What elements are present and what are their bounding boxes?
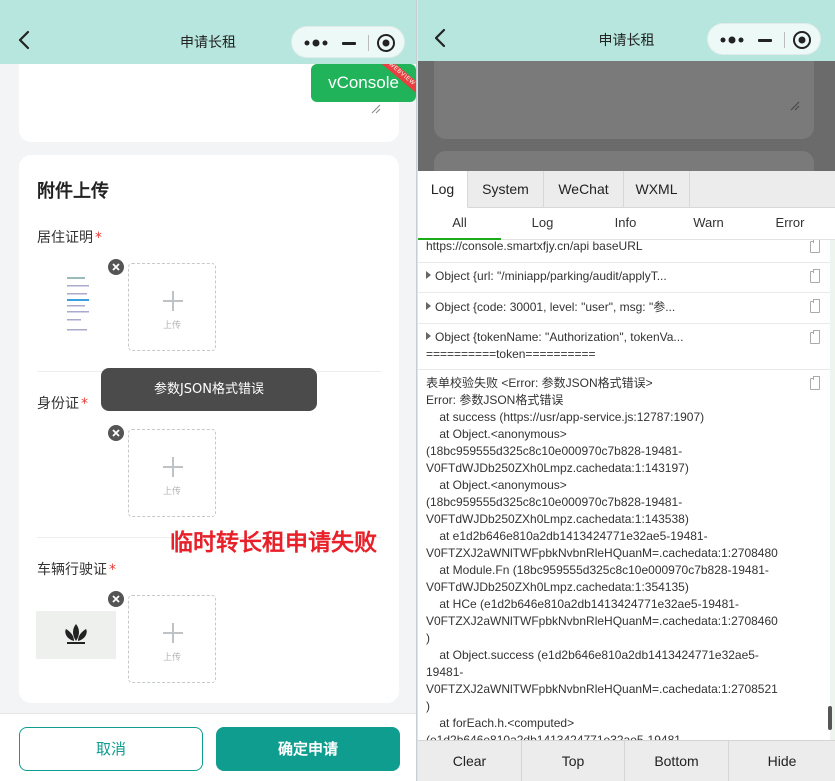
side-strip [830,240,835,740]
log-text: Object {url: "/miniapp/parking/audit/app… [435,269,667,283]
bottom-button[interactable]: Bottom [625,741,729,781]
bottom-action-bar: 取消 确定申请 [0,713,416,781]
copy-icon[interactable] [810,376,820,390]
top-button[interactable]: Top [522,741,625,781]
confirm-apply-button[interactable]: 确定申请 [216,727,400,771]
vconsole-tabs: Log System WeChat WXML [418,171,835,208]
log-level-tabs: All Log Info Warn Error [418,208,835,240]
more-dots-icon[interactable] [718,32,746,48]
textarea-resize-icon [790,101,800,111]
field-label-vehicle-license: 车辆行驶证 * [37,559,116,579]
copy-icon[interactable] [810,240,820,253]
navbar: 申请长租 [0,0,416,64]
residence-thumbnail[interactable] [37,263,117,351]
tab-system[interactable]: System [468,171,544,208]
tab-wechat[interactable]: WeChat [544,171,624,208]
left-phone: 申请长租 vConsole WEBVIEW 附件上传 居住证明 * 上传 身份证… [0,0,417,781]
required-mark: * [95,230,102,246]
expand-triangle-icon[interactable] [426,302,431,310]
right-phone: 申请长租 Log System WeChat WXML All Log Info… [418,0,835,781]
field-label-text: 车辆行驶证 [37,562,107,578]
delete-icon[interactable] [108,259,124,275]
log-entry[interactable]: Object {tokenName: "Authorization", toke… [418,324,830,370]
field-label-idcard: 身份证 * [37,393,88,413]
subtab-info[interactable]: Info [584,208,667,240]
error-toast: 参数JSON格式错误 [101,368,317,411]
log-text: Object {tokenName: "Authorization", toke… [426,330,684,361]
textarea-resize-icon[interactable] [371,104,381,114]
subtab-error[interactable]: Error [750,208,830,240]
minimize-icon[interactable] [758,39,772,42]
capsule-divider [784,32,785,48]
copy-icon[interactable] [810,330,820,344]
capsule-divider [368,35,369,51]
upload-label: 上传 [162,487,181,497]
log-panel[interactable]: https://console.smartxfjy.cn/api baseURL… [418,240,830,740]
subtab-warn[interactable]: Warn [667,208,750,240]
copy-icon[interactable] [810,299,820,313]
log-text: Object {code: 30001, level: "user", msg:… [435,300,676,314]
field-label-residence: 居住证明 * [37,227,102,247]
required-mark: * [109,562,116,578]
masked-card [434,61,814,139]
upload-residence-button[interactable]: 上传 [128,263,216,351]
attachment-card: 附件上传 居住证明 * 上传 身份证 * 上传 车辆行驶证 * 上传 [19,155,399,703]
failure-caption: 临时转长租申请失败 [170,530,377,556]
section-title: 附件上传 [37,181,109,202]
upload-label: 上传 [162,653,181,663]
vconsole-button[interactable]: vConsole WEBVIEW [311,64,416,102]
log-entry: https://console.smartxfjy.cn/api baseURL [418,240,830,263]
upload-vehicle-license-button[interactable]: 上传 [128,595,216,683]
clear-button[interactable]: Clear [418,741,522,781]
miniapp-capsule [707,23,821,55]
plus-icon [163,457,183,477]
navbar: 申请长租 [418,0,835,61]
miniapp-capsule [291,26,405,58]
log-scrollbar[interactable] [828,706,832,730]
cancel-button[interactable]: 取消 [19,727,203,771]
log-entry[interactable]: Object {url: "/miniapp/parking/audit/app… [418,263,830,293]
log-entry-error: 表单校验失败 <Error: 参数JSON格式错误> Error: 参数JSON… [418,370,830,740]
hide-button[interactable]: Hide [729,741,835,781]
vconsole-footer: Clear Top Bottom Hide [418,740,835,781]
upload-idcard-button[interactable]: 上传 [128,429,216,517]
expand-triangle-icon[interactable] [426,332,431,340]
field-label-text: 居住证明 [37,230,93,246]
close-target-icon[interactable] [792,30,812,50]
field-label-text: 身份证 [37,396,79,412]
delete-icon[interactable] [108,591,124,607]
expand-triangle-icon[interactable] [426,271,431,279]
log-entry[interactable]: Object {code: 30001, level: "user", msg:… [418,293,830,324]
plus-icon [163,623,183,643]
required-mark: * [81,396,88,412]
subtab-all[interactable]: All [418,208,501,240]
vconsole-mask[interactable] [418,61,835,181]
vconsole-label: vConsole [328,73,399,92]
plus-icon [163,291,183,311]
vehicle-license-thumbnail[interactable] [36,595,116,683]
minimize-icon[interactable] [342,42,356,45]
upload-label: 上传 [162,321,181,331]
subtab-log[interactable]: Log [501,208,584,240]
tab-wxml[interactable]: WXML [624,171,690,208]
log-text: 表单校验失败 <Error: 参数JSON格式错误> Error: 参数JSON… [426,376,778,740]
log-text: https://console.smartxfjy.cn/api baseURL [426,240,643,253]
close-target-icon[interactable] [376,33,396,53]
copy-icon[interactable] [810,269,820,283]
tab-log[interactable]: Log [418,171,468,208]
delete-icon[interactable] [108,425,124,441]
more-dots-icon[interactable] [302,35,330,51]
